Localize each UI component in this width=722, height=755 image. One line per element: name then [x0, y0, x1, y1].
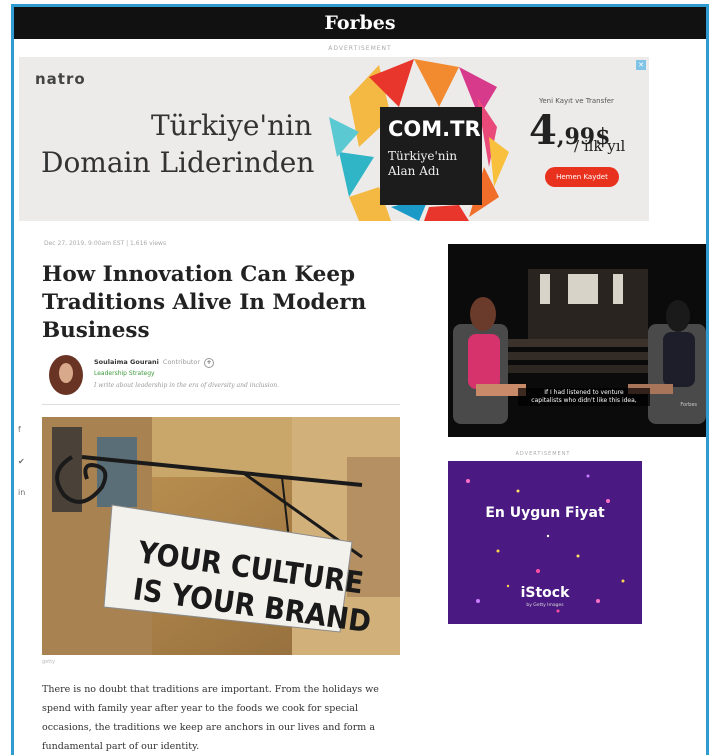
browser-frame: Forbes ADVERTISEMENT natro Türkiye'nin D… — [11, 4, 709, 755]
facebook-icon[interactable]: f — [18, 425, 21, 434]
video-caption-line1: If I had listened to venture — [544, 389, 624, 396]
price-period: / ilk yıl — [574, 137, 626, 155]
author-avatar[interactable] — [49, 355, 83, 395]
article-hero-image: YOUR CULTURE IS YOUR BRAND — [42, 417, 400, 655]
image-credit: getty — [42, 659, 56, 665]
video-caption: If I had listened to venture capitalists… — [518, 388, 650, 406]
author-name[interactable]: Soulaima Gourani — [94, 358, 159, 366]
twitter-icon[interactable]: ✔ — [18, 457, 25, 466]
price-main: 4 — [529, 107, 557, 154]
ad-close-icon[interactable]: ✕ — [636, 60, 646, 70]
forbes-header: Forbes — [14, 7, 706, 39]
badge-sub-line2: Alan Adı — [388, 164, 440, 178]
divider — [42, 404, 400, 405]
istock-sub: by Getty Images — [526, 603, 564, 608]
linkedin-icon[interactable]: in — [18, 488, 25, 497]
author-category[interactable]: Leadership Strategy — [94, 370, 155, 377]
natro-banner-ad[interactable]: natro Türkiye'nin Domain Liderinden COM.… — [19, 57, 649, 221]
follow-plus-icon[interactable]: + — [204, 358, 215, 368]
istock-ad[interactable]: En Uygun Fiyat iStock by Getty Images — [448, 461, 642, 624]
istock-logo: iStock — [520, 585, 570, 601]
com-tr-title: COM.TR — [388, 117, 481, 141]
com-tr-sub: Türkiye'nin Alan Adı — [388, 149, 457, 179]
video-player[interactable]: If I had listened to venture capitalists… — [448, 244, 706, 437]
author-line: Soulaima Gourani Contributor + — [94, 358, 215, 368]
author-role: Contributor — [162, 358, 201, 366]
price-caption: Yeni Kayıt ve Transfer — [539, 97, 614, 105]
video-brand: Forbes — [680, 402, 697, 408]
istock-headline: En Uygun Fiyat — [485, 505, 605, 521]
ad-cta-button[interactable]: Hemen Kaydet — [545, 167, 619, 187]
forbes-logo[interactable]: Forbes — [324, 12, 395, 34]
author-bio: I write about leadership in the era of d… — [94, 382, 280, 389]
culture-sign-illustration: YOUR CULTURE IS YOUR BRAND — [42, 417, 400, 655]
article-body: There is no doubt that traditions are im… — [42, 684, 379, 752]
ad-label: ADVERTISEMENT — [328, 45, 392, 52]
badge-sub-line1: Türkiye'nin — [388, 149, 458, 163]
com-tr-badge: COM.TR Türkiye'nin Alan Adı — [380, 107, 482, 205]
video-scene — [448, 244, 706, 437]
article-meta: Dec 27, 2019, 9:00am EST | 1,616 views — [44, 240, 167, 247]
article-title: How Innovation Can Keep Traditions Alive… — [42, 262, 367, 343]
side-ad-label: ADVERTISEMENT — [515, 451, 571, 457]
video-caption-line2: capitalists who didn't like this idea, — [531, 397, 637, 404]
